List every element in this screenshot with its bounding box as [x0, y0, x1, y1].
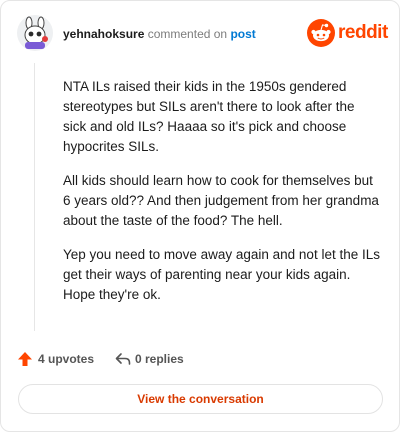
- comment-actions: 4 upvotes 0 replies: [17, 349, 317, 369]
- comment-header: yehnahoksure commented on post reddit: [17, 15, 388, 55]
- avatar-icon: [17, 15, 53, 51]
- comment-paragraph-3: Yep you need to move away again and not …: [63, 247, 380, 302]
- upvote-count: 4 upvotes: [38, 352, 95, 366]
- user-avatar[interactable]: [17, 15, 53, 51]
- upvote-arrow-icon: [18, 352, 32, 366]
- comment-byline: yehnahoksure commented on post: [63, 27, 256, 41]
- comment-body: NTA ILs raised their kids in the 1950s g…: [63, 77, 381, 319]
- reddit-wordmark: reddit: [338, 22, 388, 43]
- reply-count: 0 replies: [135, 352, 184, 366]
- thread-line: [34, 63, 35, 331]
- byline-verb: commented on: [147, 27, 228, 41]
- reddit-logo[interactable]: reddit: [307, 19, 388, 47]
- comment-card: yehnahoksure commented on post reddit NT…: [0, 0, 400, 432]
- reddit-logo-icon: [307, 19, 335, 47]
- reply-arrow-icon: [115, 353, 131, 365]
- post-link[interactable]: post: [230, 27, 255, 41]
- comment-paragraph-2: All kids should learn how to cook for th…: [63, 173, 379, 228]
- view-conversation-button[interactable]: View the conversation: [18, 384, 383, 414]
- comment-paragraph-1: NTA ILs raised their kids in the 1950s g…: [63, 79, 355, 154]
- username-link[interactable]: yehnahoksure: [63, 27, 144, 41]
